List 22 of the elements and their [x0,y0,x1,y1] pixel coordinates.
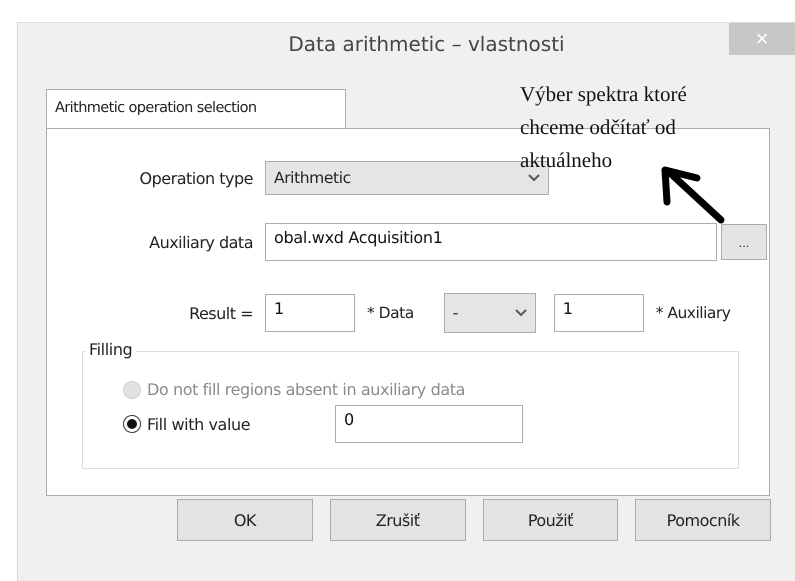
radio-icon[interactable] [123,415,141,433]
data-factor-field[interactable]: 1 [265,294,355,332]
dialog-button[interactable]: Zrušiť [330,499,466,541]
window-title: Data arithmetic – vlastnosti [288,32,565,56]
dialog-button[interactable]: OK [177,499,313,541]
dialog-button[interactable]: Použiť [482,499,618,541]
chevron-icon [528,174,540,182]
operator-dropdown[interactable]: - [444,293,536,333]
auxiliary-data-field[interactable]: obal.wxd Acquisition1 [265,223,717,261]
field-label: Auxiliary data [148,232,254,252]
chevron-icon [514,309,527,317]
fill-value-field[interactable]: 0 [335,405,523,443]
field-label: Operation type [138,168,254,188]
radio-option[interactable]: Fill with value 0 [123,405,738,443]
tab[interactable]: Arithmetic operation selection [46,89,346,129]
data-label: * Data [367,304,414,322]
browse-button[interactable]: ... [721,224,767,260]
auxiliary-factor-field[interactable]: 1 [554,294,644,332]
auxiliary-label: * Auxiliary [656,304,730,322]
field-label: Result = [188,304,254,322]
group-title: Filling [85,340,136,359]
dialog-button[interactable]: Pomocník [635,499,771,541]
